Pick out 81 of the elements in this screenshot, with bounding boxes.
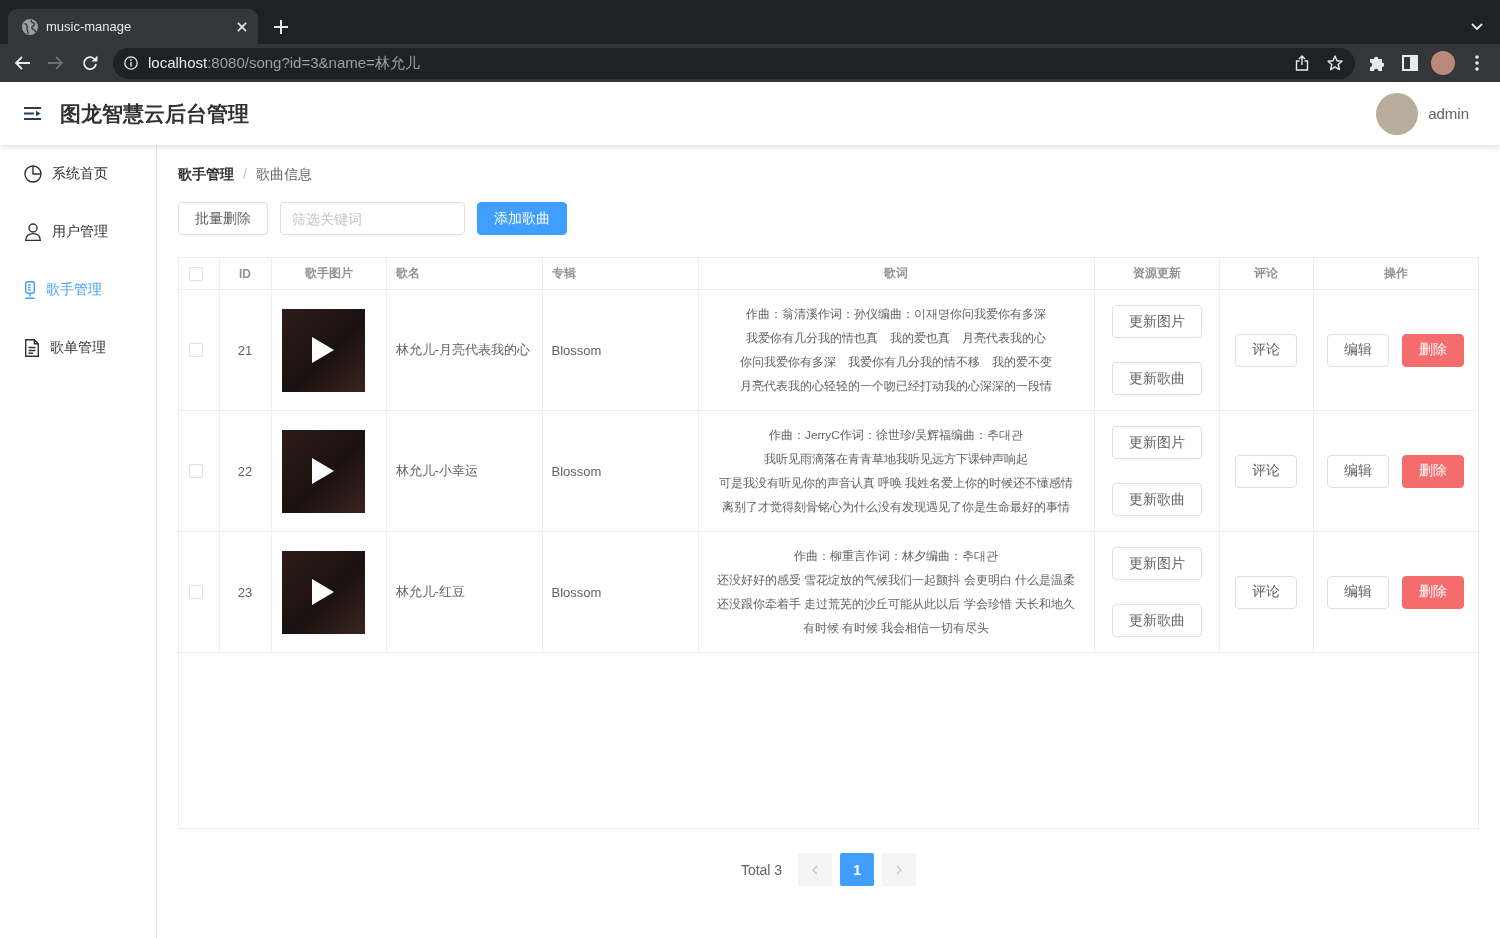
- column-header: 资源更新: [1094, 258, 1219, 290]
- menu-icon[interactable]: [24, 107, 41, 120]
- lyrics-line: 有时候 有时候 我会相信一切有尽头: [801, 620, 991, 637]
- play-icon[interactable]: [312, 579, 334, 605]
- lyrics-line: 作曲：JerryC作词：徐世珍/吴辉福编曲：추대관: [768, 427, 1024, 444]
- comment-button[interactable]: 评论: [1235, 333, 1297, 367]
- table-cell: 21: [219, 289, 271, 411]
- column-header: 歌手图片: [271, 258, 386, 290]
- sidebar-item[interactable]: 用户管理: [0, 203, 156, 261]
- edit-button[interactable]: 编辑: [1327, 333, 1390, 367]
- table-cell: 林允儿-小幸运: [386, 410, 542, 532]
- user-icon: [24, 223, 42, 241]
- table-cell: 22: [219, 410, 271, 532]
- update-song-button[interactable]: 更新歌曲: [1111, 362, 1202, 395]
- column-header: 评论: [1219, 258, 1313, 290]
- app-title: 图龙智慧云后台管理: [60, 100, 249, 127]
- breadcrumb-separator: /: [243, 165, 247, 183]
- table-cell: Blossom: [542, 289, 698, 411]
- side-panel-icon[interactable]: [1402, 55, 1418, 71]
- table-cell: 林允儿-月亮代表我的心: [386, 289, 542, 411]
- column-header: ID: [219, 258, 271, 290]
- lyrics-line: 我听见雨滴落在青青草地我听见远方下课钟声响起: [763, 451, 1029, 468]
- lyrics-line: 可是我没有听见你的声音认真 呼唤 我姓名爱上你的时候还不懂感情: [717, 475, 1075, 492]
- lyrics-line: 作曲：柳重言作词：林夕编曲：추대관: [793, 548, 999, 565]
- edit-button[interactable]: 编辑: [1327, 575, 1390, 609]
- browser-tab[interactable]: music-manage: [8, 9, 258, 44]
- lyrics-line: 离别了才觉得刻骨铭心为什么没有发现遇见了你是生命最好的事情: [721, 499, 1071, 516]
- chevron-right-icon: [896, 864, 903, 875]
- table-cell: 23: [219, 531, 271, 653]
- reload-icon[interactable]: [82, 55, 98, 71]
- update-song-button[interactable]: 更新歌曲: [1111, 483, 1202, 516]
- column-header: 专辑: [542, 258, 698, 290]
- sidebar-item[interactable]: 歌单管理: [0, 319, 156, 377]
- total-count: Total 3: [740, 861, 783, 878]
- table-cell: Blossom: [542, 531, 698, 653]
- lyrics-line: 还没好好的感受 雪花绽放的气候我们一起颤抖 会更明白 什么是温柔: [716, 572, 1076, 589]
- comment-button[interactable]: 评论: [1235, 454, 1297, 488]
- address-bar[interactable]: localhost:8080/song?id=3&name=林允儿: [113, 47, 1355, 79]
- breadcrumb-link[interactable]: 歌手管理: [178, 165, 234, 183]
- lyrics-line: 作曲：翁清溪作词：孙仪编曲：이재명你问我爱你有多深: [745, 306, 1047, 323]
- update-image-button[interactable]: 更新图片: [1111, 426, 1202, 459]
- update-song-button[interactable]: 更新歌曲: [1111, 604, 1202, 637]
- comment-button[interactable]: 评论: [1235, 575, 1297, 609]
- table-cell: 林允儿-红豆: [386, 531, 542, 653]
- column-header: 操作: [1313, 258, 1478, 290]
- breadcrumb-current: 歌曲信息: [255, 165, 312, 183]
- profile-avatar[interactable]: [1431, 51, 1455, 75]
- lyrics-line: 还没跟你牵着手 走过荒芜的沙丘可能从此以后 学会珍惜 天长和地久: [716, 596, 1076, 613]
- chevron-down-icon[interactable]: [1471, 22, 1483, 31]
- more-icon[interactable]: [1475, 55, 1479, 71]
- lyrics-line: 我爱你有几分我的情也真 我的爱也真 月亮代表我的心: [745, 330, 1047, 347]
- batch-delete-button[interactable]: 批量删除: [178, 202, 268, 235]
- checkbox[interactable]: [189, 464, 203, 478]
- info-icon[interactable]: [124, 56, 138, 70]
- checkbox[interactable]: [189, 343, 203, 357]
- update-image-button[interactable]: 更新图片: [1111, 547, 1202, 580]
- globe-icon: [22, 18, 38, 35]
- close-icon[interactable]: [237, 21, 247, 32]
- lyrics-line: 你问我爱你有多深 我爱你有几分我的情不移 我的爱不变: [739, 354, 1053, 371]
- username[interactable]: admin: [1428, 105, 1469, 122]
- lyrics-line: 月亮代表我的心轻轻的一个吻已经打动我的心深深的一段情: [739, 378, 1053, 395]
- document-icon: [24, 339, 40, 357]
- play-icon[interactable]: [312, 458, 334, 484]
- edit-button[interactable]: 编辑: [1327, 454, 1390, 488]
- microphone-icon: [24, 281, 36, 299]
- table-cell: Blossom: [542, 410, 698, 532]
- back-icon[interactable]: [14, 56, 30, 70]
- new-tab-icon[interactable]: [274, 19, 288, 34]
- star-icon[interactable]: [1327, 55, 1343, 71]
- update-image-button[interactable]: 更新图片: [1111, 305, 1202, 338]
- puzzle-icon[interactable]: [1369, 55, 1385, 71]
- checkbox[interactable]: [189, 266, 203, 281]
- sidebar-item[interactable]: 系统首页: [0, 145, 156, 203]
- chevron-left-icon: [812, 864, 819, 875]
- share-icon[interactable]: [1295, 55, 1309, 71]
- column-header: 歌词: [698, 258, 1094, 290]
- filter-input[interactable]: 筛选关键词: [280, 202, 465, 235]
- column-header: 歌名: [386, 258, 542, 290]
- play-icon[interactable]: [312, 337, 334, 363]
- checkbox[interactable]: [189, 585, 203, 599]
- pie-chart-icon: [24, 165, 42, 183]
